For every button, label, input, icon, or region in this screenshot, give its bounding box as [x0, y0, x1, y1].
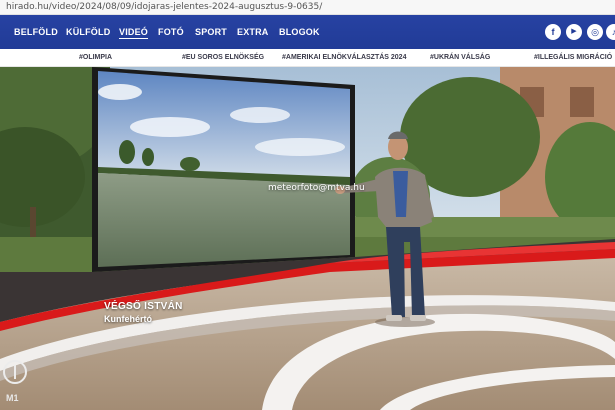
- photo-watermark: meteorfoto@mtva.hu: [268, 183, 365, 193]
- topic-link[interactable]: #ILLEGÁLIS MIGRÁCIÓ: [534, 49, 612, 67]
- caption-place: Kunfehértó: [104, 314, 152, 324]
- nav-item-belfold[interactable]: BELFÖLD: [14, 15, 58, 49]
- nav-item-extra[interactable]: EXTRA: [237, 15, 269, 49]
- video-player[interactable]: meteorfoto@mtva.hu VÉGSŐ ISTVÁN Kunfehér…: [0, 67, 615, 410]
- topic-link[interactable]: #UKRÁN VÁLSÁG: [430, 49, 490, 67]
- address-bar[interactable]: hirado.hu/video/2024/08/09/idojaras-jele…: [0, 0, 615, 15]
- nav-item-kulfold[interactable]: KÜLFÖLD: [66, 15, 110, 49]
- lower-third-caption: VÉGSŐ ISTVÁN Kunfehértó: [104, 301, 183, 324]
- topic-link[interactable]: #OLIMPIA: [79, 49, 112, 67]
- main-navigation: BELFÖLD KÜLFÖLD VIDEÓ FOTÓ SPORT EXTRA B…: [0, 15, 615, 49]
- topic-link[interactable]: #EU SOROS ELNÖKSÉG: [182, 49, 264, 67]
- youtube-icon[interactable]: ▶: [566, 24, 582, 40]
- topic-link[interactable]: #AMERIKAI ELNÖKVÁLASZTÁS 2024: [282, 49, 406, 67]
- tiktok-icon[interactable]: ♪: [606, 24, 615, 40]
- channel-logo: M1: [6, 393, 19, 403]
- nav-item-blogok[interactable]: BLOGOK: [279, 15, 320, 49]
- nav-item-sport[interactable]: SPORT: [195, 15, 227, 49]
- nav-item-video[interactable]: VIDEÓ: [119, 15, 148, 49]
- instagram-icon[interactable]: ◎: [587, 24, 603, 40]
- caption-name: VÉGSŐ ISTVÁN: [104, 301, 183, 312]
- nav-item-foto[interactable]: FOTÓ: [158, 15, 184, 49]
- topic-bar: #OLIMPIA #EU SOROS ELNÖKSÉG #AMERIKAI EL…: [0, 49, 615, 67]
- facebook-icon[interactable]: f: [545, 24, 561, 40]
- studio-scene: [0, 67, 615, 410]
